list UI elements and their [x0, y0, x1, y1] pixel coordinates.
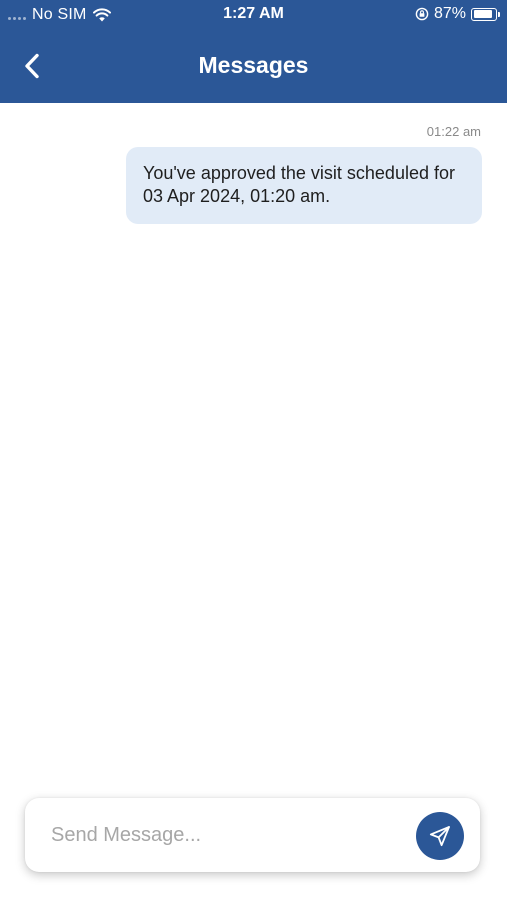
messages-screen: No SIM 1:27 AM 87% Messages 01:22 am You…: [0, 0, 507, 900]
send-icon: [429, 826, 450, 847]
orientation-lock-icon: [415, 7, 429, 21]
message-bubble-outgoing: You've approved the visit scheduled for …: [126, 147, 482, 224]
message-list: 01:22 am You've approved the visit sched…: [0, 103, 507, 793]
top-bar: No SIM 1:27 AM 87% Messages: [0, 0, 507, 103]
message-composer: [25, 798, 480, 872]
message-input[interactable]: [51, 816, 401, 854]
message-timestamp: 01:22 am: [426, 124, 481, 139]
battery-fill: [473, 10, 492, 18]
status-bar: No SIM 1:27 AM 87%: [0, 0, 507, 30]
send-button[interactable]: [416, 812, 464, 860]
battery-icon: [471, 7, 500, 21]
page-title: Messages: [198, 52, 309, 78]
app-header: Messages: [0, 30, 507, 103]
status-right: 87%: [415, 5, 500, 23]
battery-percent: 87%: [433, 5, 466, 22]
